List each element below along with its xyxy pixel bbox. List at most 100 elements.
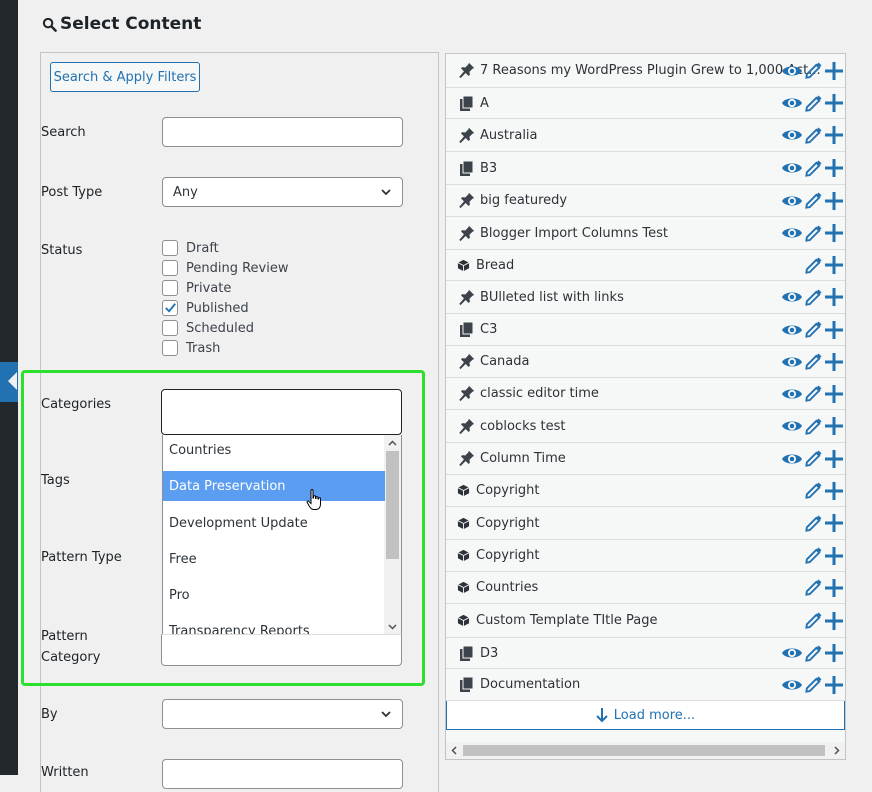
category-option[interactable]: Data Preservation (163, 471, 385, 501)
plus-icon[interactable] (824, 481, 844, 501)
categories-input[interactable] (161, 389, 402, 435)
plus-icon[interactable] (824, 513, 844, 533)
status-option[interactable]: Draft (162, 238, 288, 258)
plus-icon[interactable] (824, 61, 844, 81)
pencil-icon[interactable] (804, 417, 823, 436)
pencil-icon[interactable] (804, 675, 823, 694)
result-row[interactable]: Copyright (446, 540, 845, 572)
plus-icon[interactable] (824, 158, 844, 178)
pencil-icon[interactable] (804, 126, 823, 145)
result-title[interactable]: Canada (480, 354, 529, 369)
search-input[interactable] (162, 117, 403, 147)
plus-icon[interactable] (824, 93, 844, 113)
result-row[interactable]: D3 (446, 638, 845, 669)
pencil-icon[interactable] (804, 256, 823, 275)
pencil-icon[interactable] (804, 61, 823, 80)
results-scroll-thumb[interactable] (463, 745, 825, 756)
result-title[interactable]: Blogger Import Columns Test (480, 226, 668, 241)
pencil-icon[interactable] (804, 449, 823, 468)
result-title[interactable]: Documentation (480, 677, 580, 692)
result-title[interactable]: big featuredy (480, 193, 567, 208)
plus-icon[interactable] (824, 384, 844, 404)
status-checkbox[interactable] (162, 320, 178, 336)
result-title[interactable]: Copyright (476, 516, 540, 531)
status-checkbox[interactable] (162, 280, 178, 296)
scroll-down-icon[interactable] (388, 622, 397, 631)
result-row[interactable]: classic editor time (446, 378, 845, 410)
pencil-icon[interactable] (804, 611, 823, 630)
status-option[interactable]: Scheduled (162, 318, 288, 338)
result-row[interactable]: Copyright (446, 507, 845, 540)
result-row[interactable]: BUlleted list with links (446, 281, 845, 314)
plus-icon[interactable] (824, 287, 844, 307)
result-title[interactable]: Bread (476, 258, 514, 273)
result-title[interactable]: Custom Template TItle Page (476, 613, 657, 628)
result-row[interactable]: C3 (446, 314, 845, 346)
result-title[interactable]: Column Time (480, 451, 566, 466)
status-option[interactable]: Private (162, 278, 288, 298)
status-checkbox[interactable] (162, 260, 178, 276)
result-title[interactable]: BUlleted list with links (480, 290, 624, 305)
load-more-button[interactable]: Load more... (446, 700, 845, 730)
result-title[interactable]: 7 Reasons my WordPress Plugin Grew to 1,… (480, 63, 821, 78)
eye-icon[interactable] (781, 644, 803, 662)
result-title[interactable]: C3 (480, 322, 497, 337)
result-row[interactable]: Canada (446, 346, 845, 378)
result-title[interactable]: Australia (480, 128, 538, 143)
eye-icon[interactable] (781, 288, 803, 306)
category-option[interactable]: Free (163, 544, 385, 574)
dropdown-scroll-thumb[interactable] (386, 451, 399, 559)
category-option[interactable]: Pro (163, 580, 385, 610)
result-title[interactable]: B3 (480, 161, 497, 176)
result-row[interactable]: Blogger Import Columns Test (446, 217, 845, 250)
plus-icon[interactable] (824, 255, 844, 275)
result-row[interactable]: Custom Template TItle Page (446, 604, 845, 638)
pencil-icon[interactable] (804, 384, 823, 403)
pencil-icon[interactable] (804, 546, 823, 565)
eye-icon[interactable] (781, 353, 803, 371)
scroll-up-icon[interactable] (388, 439, 397, 448)
pencil-icon[interactable] (804, 644, 823, 663)
eye-icon[interactable] (781, 385, 803, 403)
plus-icon[interactable] (824, 223, 844, 243)
plus-icon[interactable] (824, 352, 844, 372)
pencil-icon[interactable] (804, 288, 823, 307)
result-title[interactable]: D3 (480, 646, 498, 661)
eye-icon[interactable] (781, 224, 803, 242)
pencil-icon[interactable] (804, 191, 823, 210)
result-title[interactable]: Copyright (476, 548, 540, 563)
scroll-left-icon[interactable] (450, 746, 459, 755)
plus-icon[interactable] (824, 191, 844, 211)
by-select[interactable] (162, 699, 403, 729)
result-row[interactable]: big featuredy (446, 185, 845, 217)
eye-icon[interactable] (781, 126, 803, 144)
result-row[interactable]: Countries (446, 572, 845, 604)
plus-icon[interactable] (824, 125, 844, 145)
eye-icon[interactable] (781, 417, 803, 435)
status-option[interactable]: Pending Review (162, 258, 288, 278)
category-option[interactable]: Development Update (163, 508, 385, 538)
status-option[interactable]: Trash (162, 338, 288, 358)
plus-icon[interactable] (824, 320, 844, 340)
status-checkbox[interactable] (162, 300, 178, 316)
eye-icon[interactable] (781, 450, 803, 468)
eye-icon[interactable] (781, 321, 803, 339)
result-title[interactable]: classic editor time (480, 386, 599, 401)
plus-icon[interactable] (824, 416, 844, 436)
result-row[interactable]: Bread (446, 250, 845, 281)
status-option[interactable]: Published (162, 298, 288, 318)
dropdown-scrollbar[interactable] (384, 435, 401, 635)
plus-icon[interactable] (824, 675, 844, 695)
result-row[interactable]: Column Time (446, 443, 845, 475)
status-checkbox[interactable] (162, 340, 178, 356)
result-row[interactable]: coblocks test (446, 410, 845, 443)
result-title[interactable]: coblocks test (480, 419, 565, 434)
eye-icon[interactable] (781, 676, 803, 694)
search-apply-filters-button[interactable]: Search & Apply Filters (50, 62, 200, 92)
plus-icon[interactable] (824, 578, 844, 598)
results-horizontal-scrollbar[interactable] (446, 742, 845, 759)
pencil-icon[interactable] (804, 94, 823, 113)
result-title[interactable]: Countries (476, 580, 538, 595)
result-row[interactable]: A (446, 88, 845, 119)
plus-icon[interactable] (824, 546, 844, 566)
